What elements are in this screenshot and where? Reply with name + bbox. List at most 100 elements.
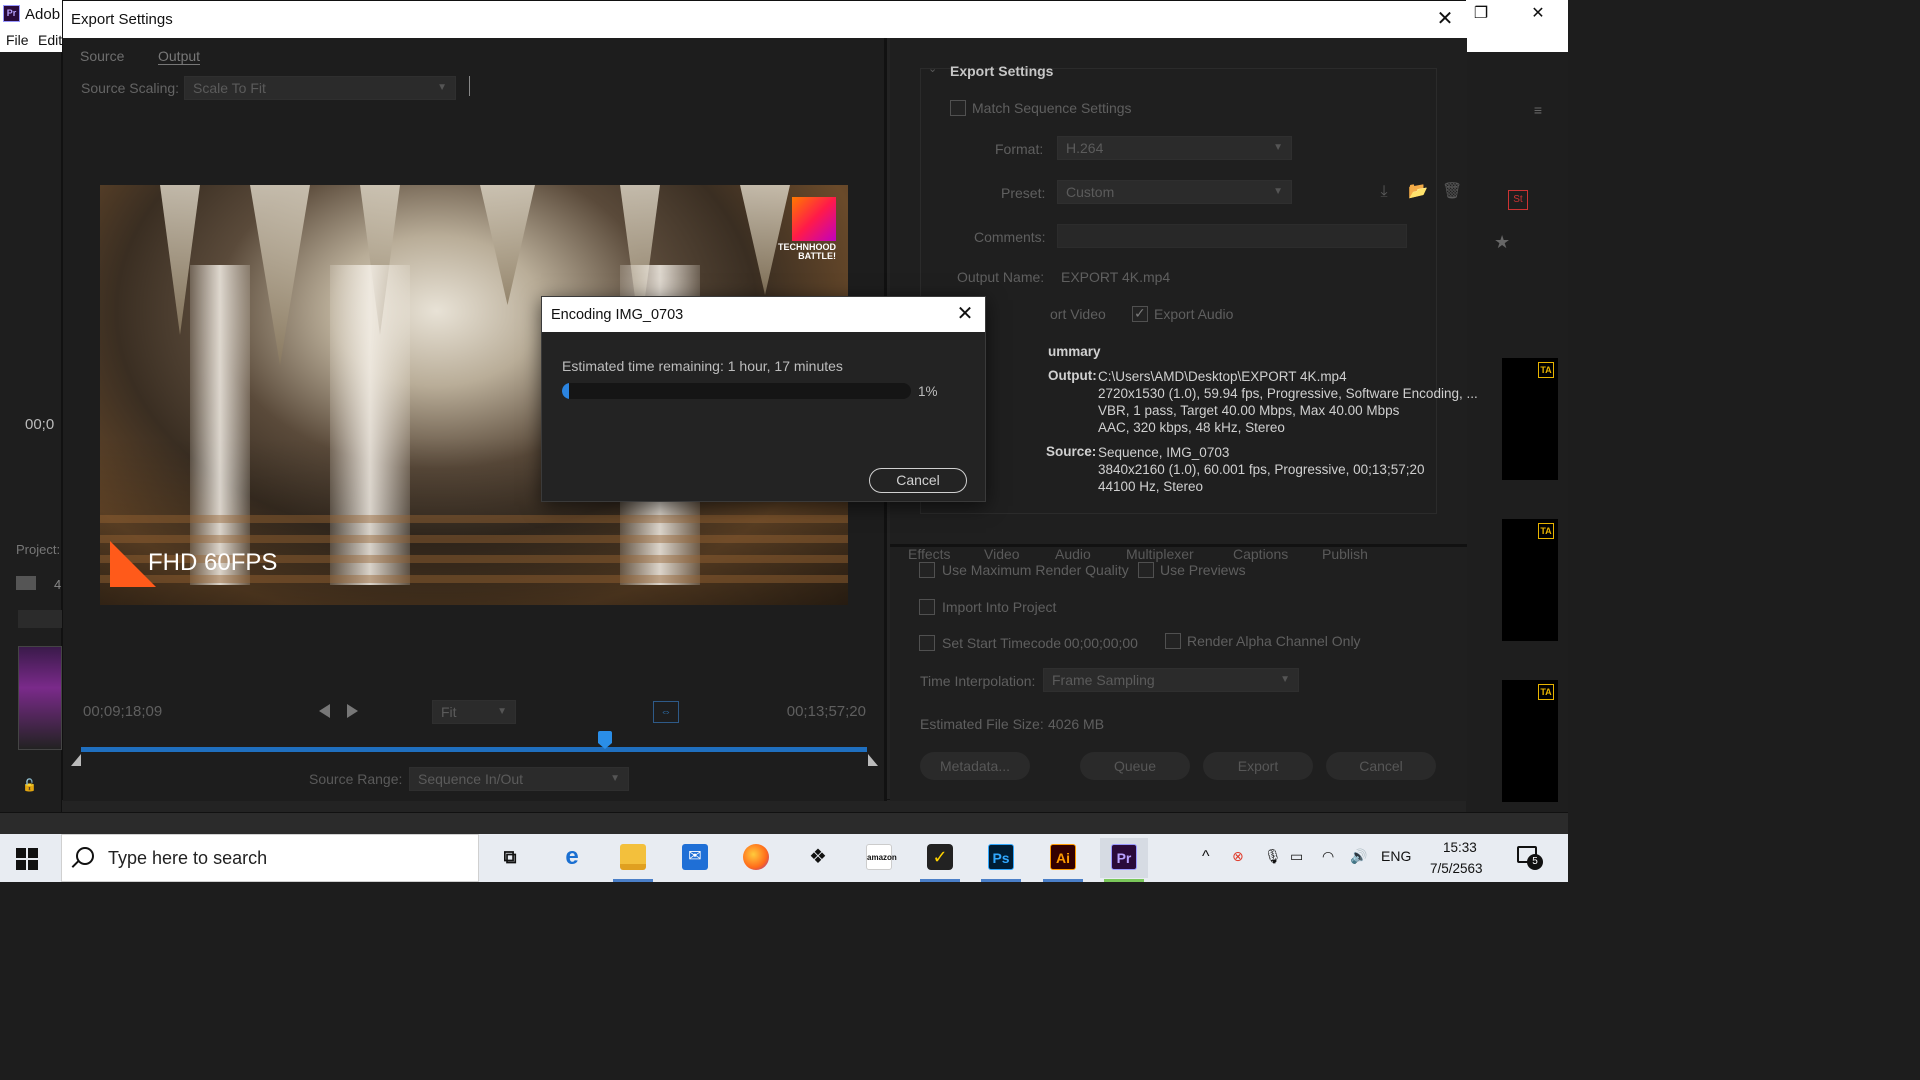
tab-publish[interactable]: Publish bbox=[1322, 546, 1368, 562]
chevron-down-icon: ▼ bbox=[1273, 142, 1283, 153]
photoshop-icon[interactable]: Ps bbox=[977, 838, 1025, 882]
task-view-icon[interactable]: ⧉ bbox=[486, 838, 534, 878]
estimated-size-value: 4026 MB bbox=[1048, 716, 1105, 732]
channel-logo-text: TECHNHOOD BATTLE! bbox=[778, 242, 836, 261]
menu-file[interactable]: File bbox=[6, 32, 29, 48]
comments-input[interactable] bbox=[1057, 224, 1407, 248]
lock-icon[interactable]: 🔓 bbox=[22, 778, 37, 792]
graphic-thumbnail[interactable]: TA bbox=[1502, 358, 1558, 480]
close-icon[interactable]: ✕ bbox=[1528, 4, 1548, 24]
export-title: Export Settings bbox=[71, 11, 173, 28]
save-preset-icon[interactable]: ⤓ bbox=[1374, 182, 1394, 202]
in-point-handle[interactable] bbox=[71, 754, 81, 766]
format-dropdown[interactable]: H.264 ▼ bbox=[1057, 136, 1292, 160]
time-interpolation-dropdown[interactable]: Frame Sampling ▼ bbox=[1043, 668, 1299, 692]
file-explorer-icon[interactable] bbox=[609, 838, 657, 882]
use-previews-checkbox[interactable] bbox=[1138, 562, 1154, 578]
set-out-point-icon[interactable] bbox=[347, 704, 358, 718]
project-search-input[interactable] bbox=[18, 610, 62, 628]
chevron-up-icon[interactable]: ^ bbox=[1202, 848, 1210, 866]
windows-start-icon[interactable] bbox=[16, 848, 38, 870]
tab-captions[interactable]: Captions bbox=[1233, 546, 1288, 562]
export-audio-checkbox[interactable] bbox=[1132, 305, 1148, 322]
collapse-chevron-icon[interactable]: ⌄ bbox=[928, 62, 937, 75]
cancel-button[interactable]: Cancel bbox=[1326, 752, 1436, 780]
start-timecode-value[interactable]: 00;00;00;00 bbox=[1064, 635, 1138, 651]
summary-source-line: 3840x2160 (1.0), 60.001 fps, Progressive… bbox=[1098, 462, 1425, 477]
stock-icon[interactable]: St bbox=[1508, 190, 1528, 210]
out-point-handle[interactable] bbox=[868, 754, 878, 766]
language-indicator[interactable]: ENG bbox=[1381, 848, 1411, 864]
aspect-toggle-icon[interactable]: ⇔ bbox=[653, 701, 679, 723]
graphic-thumbnail[interactable]: TA bbox=[1502, 519, 1558, 641]
panel-menu-icon[interactable]: ≡ bbox=[1534, 102, 1542, 118]
encoding-progress-fill bbox=[562, 383, 569, 399]
source-timeline-bar[interactable] bbox=[81, 747, 867, 752]
taskbar-search-box[interactable]: Type here to search bbox=[61, 834, 479, 882]
set-in-point-icon[interactable] bbox=[319, 704, 330, 718]
premiere-status-bar bbox=[0, 812, 1568, 834]
output-name-link[interactable]: EXPORT 4K.mp4 bbox=[1061, 269, 1170, 285]
illustrator-icon[interactable]: Ai bbox=[1039, 838, 1087, 882]
tab-output[interactable]: Output bbox=[158, 48, 201, 65]
clock-time[interactable]: 15:33 bbox=[1443, 840, 1477, 855]
export-button[interactable]: Export bbox=[1203, 752, 1313, 780]
match-sequence-checkbox[interactable] bbox=[950, 100, 966, 116]
amazon-icon[interactable]: amazon bbox=[855, 838, 903, 878]
preset-value: Custom bbox=[1066, 184, 1115, 200]
volume-icon[interactable]: 🔊 bbox=[1350, 848, 1367, 865]
clock-date[interactable]: 7/5/2563 bbox=[1430, 861, 1483, 876]
import-into-project-checkbox[interactable] bbox=[919, 599, 935, 615]
format-value: H.264 bbox=[1066, 140, 1104, 156]
dropbox-icon[interactable]: ❖ bbox=[794, 838, 842, 878]
playhead-handle[interactable] bbox=[598, 731, 612, 749]
summary-output-head: Output: bbox=[1048, 368, 1097, 383]
metadata-button[interactable]: Metadata... bbox=[920, 752, 1030, 780]
max-render-quality-label: Use Maximum Render Quality bbox=[942, 562, 1129, 578]
delete-preset-icon[interactable]: 🗑 bbox=[1442, 182, 1462, 202]
encoding-close-icon[interactable]: ✕ bbox=[955, 303, 975, 325]
wifi-icon[interactable]: ◠ bbox=[1322, 848, 1334, 865]
menu-edit[interactable]: Edit bbox=[38, 32, 62, 48]
search-placeholder: Type here to search bbox=[108, 848, 268, 868]
render-alpha-checkbox[interactable] bbox=[1165, 633, 1181, 649]
export-audio-label: Export Audio bbox=[1154, 306, 1234, 322]
graphic-thumbnail[interactable]: TA bbox=[1502, 680, 1558, 802]
project-panel-label[interactable]: Project: bbox=[16, 542, 60, 557]
premiere-icon[interactable]: Pr bbox=[1100, 838, 1148, 882]
edge-icon[interactable]: e bbox=[548, 838, 596, 878]
export-close-icon[interactable]: ✕ bbox=[1435, 9, 1455, 29]
source-scaling-dropdown[interactable]: Scale To Fit ▼ bbox=[184, 76, 456, 100]
source-range-dropdown[interactable]: Sequence In/Out ▼ bbox=[409, 767, 629, 791]
tab-multiplexer[interactable]: Multiplexer bbox=[1126, 546, 1194, 562]
norton-icon[interactable]: ✓ bbox=[916, 838, 964, 882]
star-icon[interactable]: ★ bbox=[1494, 232, 1510, 253]
zoom-fit-dropdown[interactable]: Fit ▼ bbox=[432, 700, 516, 724]
import-preset-icon[interactable]: 📂 bbox=[1408, 182, 1428, 202]
folder-icon[interactable] bbox=[16, 576, 36, 590]
security-alert-icon[interactable]: ⊗ bbox=[1232, 848, 1244, 865]
queue-button[interactable]: Queue bbox=[1080, 752, 1190, 780]
firefox-icon[interactable] bbox=[732, 838, 780, 878]
export-settings-section-title: Export Settings bbox=[950, 63, 1054, 79]
restore-icon[interactable]: ❐ bbox=[1471, 4, 1491, 24]
preset-dropdown[interactable]: Custom ▼ bbox=[1057, 180, 1292, 204]
tab-source[interactable]: Source bbox=[80, 48, 124, 64]
encoding-cancel-button[interactable]: Cancel bbox=[869, 468, 967, 493]
premiere-right-panel: ≡ St ★ TA TA TA bbox=[1466, 52, 1568, 812]
current-timecode[interactable]: 00;09;18;09 bbox=[83, 703, 162, 720]
tab-effects[interactable]: Effects bbox=[908, 546, 951, 562]
project-thumbnail[interactable] bbox=[18, 646, 62, 750]
fhd-badge-text: FHD 60FPS bbox=[148, 549, 278, 576]
encoding-title: Encoding IMG_0703 bbox=[551, 307, 684, 323]
max-render-quality-checkbox[interactable] bbox=[919, 562, 935, 578]
notifications-icon[interactable]: 5 bbox=[1517, 846, 1543, 870]
mail-icon[interactable]: ✉ bbox=[671, 838, 719, 878]
microphone-icon[interactable]: 🎙 bbox=[1264, 848, 1282, 865]
tab-video[interactable]: Video bbox=[984, 546, 1020, 562]
tab-audio[interactable]: Audio bbox=[1055, 546, 1091, 562]
chevron-down-icon: ▼ bbox=[610, 773, 620, 784]
set-start-timecode-checkbox[interactable] bbox=[919, 635, 935, 651]
summary-output-line: VBR, 1 pass, Target 40.00 Mbps, Max 40.0… bbox=[1098, 403, 1400, 418]
battery-icon[interactable]: ▭ bbox=[1290, 848, 1303, 865]
